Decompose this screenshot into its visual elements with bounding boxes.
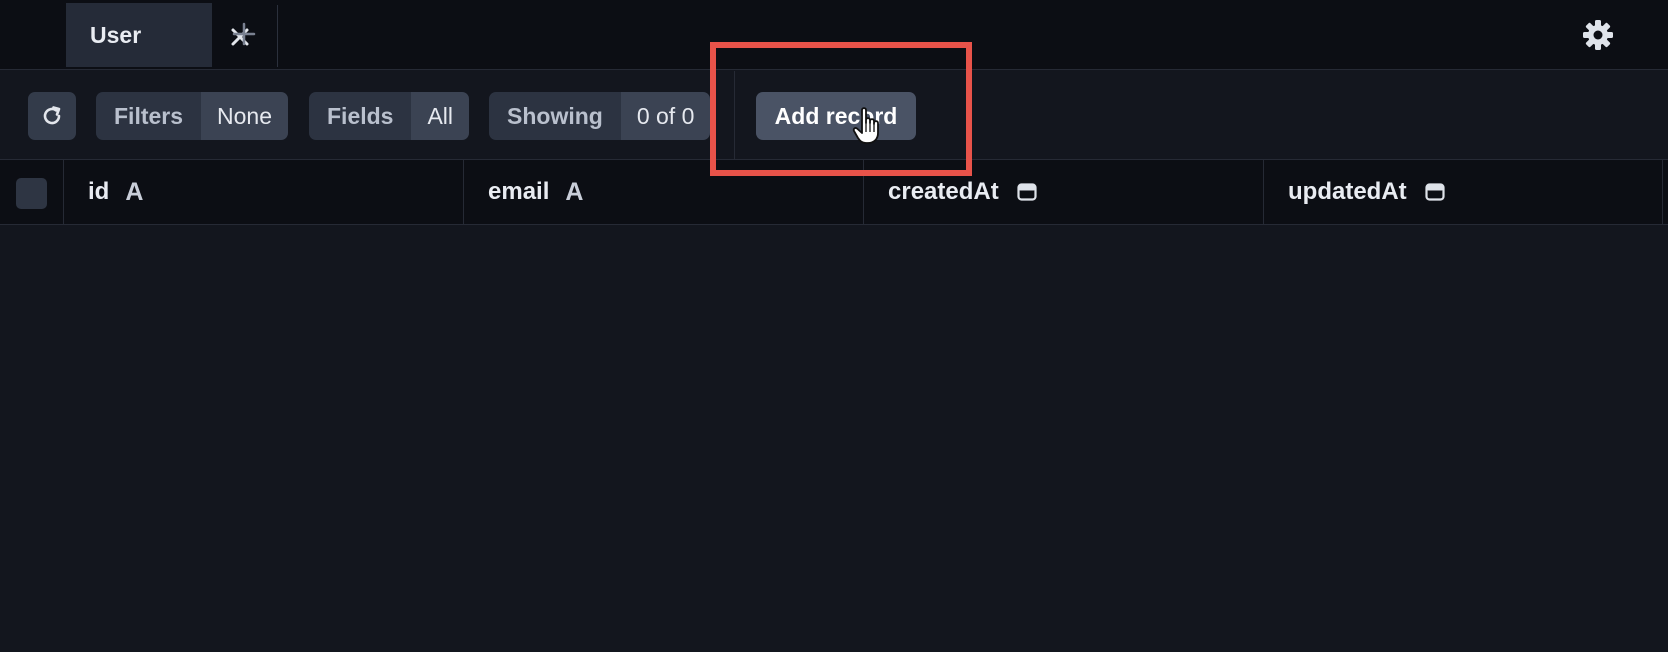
tab-label: User (90, 22, 142, 48)
tab-divider (277, 5, 278, 67)
table-body (0, 226, 1668, 652)
tab-user[interactable]: User (66, 3, 249, 67)
column-label: id (88, 178, 110, 205)
refresh-icon (40, 104, 64, 128)
fields-value[interactable]: All (411, 92, 470, 140)
filters-label: Filters (96, 92, 202, 140)
column-header-updatedat[interactable]: updatedAt (1263, 160, 1663, 224)
hand-pointer-cursor-icon (852, 106, 886, 146)
text-type-icon: A (125, 177, 144, 206)
column-label: email (488, 178, 550, 205)
calendar-icon (1425, 182, 1445, 202)
column-label: updatedAt (1288, 178, 1407, 205)
column-divider (1662, 159, 1663, 225)
calendar-icon (1017, 182, 1037, 202)
fields-control[interactable]: Fields All (309, 92, 470, 140)
highlight-box (710, 42, 972, 176)
filters-control[interactable]: Filters None (96, 92, 289, 140)
showing-value[interactable]: 0 of 0 (620, 92, 711, 140)
showing-control[interactable]: Showing 0 of 0 (489, 92, 711, 140)
gear-icon[interactable] (1582, 19, 1614, 51)
refresh-button[interactable] (28, 92, 76, 140)
showing-label: Showing (489, 92, 621, 140)
plus-icon[interactable] (232, 22, 256, 46)
text-type-icon: A (565, 177, 584, 206)
fields-label: Fields (309, 92, 412, 140)
filters-value[interactable]: None (201, 92, 289, 140)
select-all-checkbox[interactable] (16, 178, 47, 209)
column-label: createdAt (888, 178, 999, 205)
column-header-id[interactable]: id A (63, 160, 463, 224)
